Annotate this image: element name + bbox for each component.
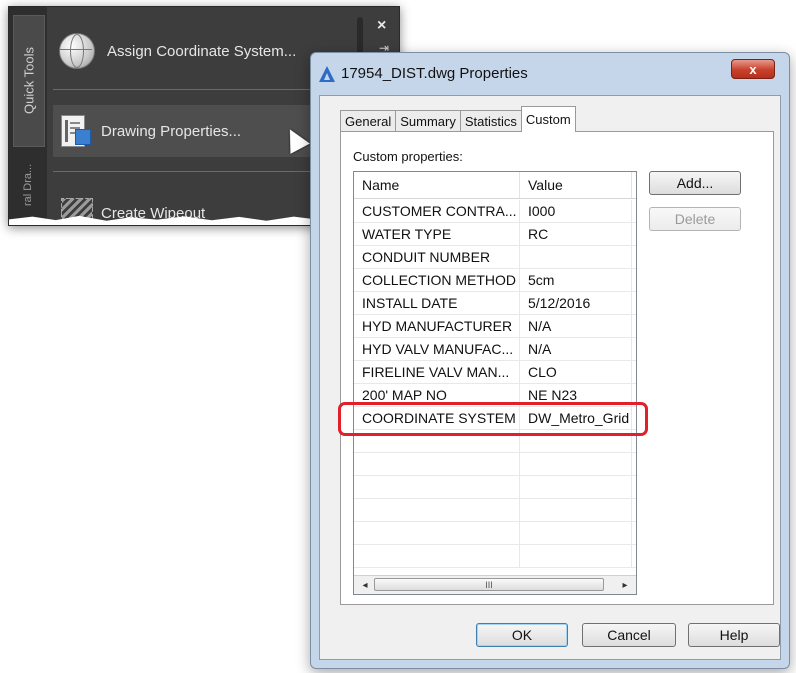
tool-label: Drawing Properties...	[101, 122, 242, 140]
tab-bar: General Summary Statistics Custom	[340, 106, 576, 132]
property-name: COLLECTION METHOD	[354, 269, 520, 291]
list-item[interactable]: COLLECTION METHOD 5cm	[354, 269, 636, 292]
list-item[interactable]: INSTALL DATE 5/12/2016	[354, 292, 636, 315]
horizontal-scrollbar[interactable]: ◂ III ▸	[354, 575, 636, 594]
palette-tab-strip: Quick Tools ral Dra...	[9, 7, 47, 225]
list-item[interactable]: HYD MANUFACTURER N/A	[354, 315, 636, 338]
tool-assign-coordinate-system[interactable]: Assign Coordinate System...	[53, 25, 353, 77]
dialog-client-area: General Summary Statistics Custom Custom…	[319, 95, 781, 660]
ok-button[interactable]: OK	[476, 623, 568, 647]
property-name: INSTALL DATE	[354, 292, 520, 314]
list-item[interactable]: CONDUIT NUMBER	[354, 246, 636, 269]
cancel-button[interactable]: Cancel	[582, 623, 676, 647]
globe-icon	[59, 33, 95, 69]
property-value: N/A	[520, 338, 632, 360]
tab-external-drawings[interactable]: ral Dra...	[13, 155, 43, 215]
property-name	[354, 453, 520, 475]
property-name: FIRELINE VALV MAN...	[354, 361, 520, 383]
list-body: CUSTOMER CONTRA... I000 WATER TYPE RC CONDUI…	[354, 200, 636, 570]
property-value	[520, 545, 632, 567]
property-name	[354, 476, 520, 498]
property-value	[520, 499, 632, 521]
list-item-empty	[354, 522, 636, 545]
list-header: Name Value	[354, 172, 636, 199]
help-button[interactable]: Help	[688, 623, 780, 647]
scroll-right-icon[interactable]: ▸	[618, 578, 632, 592]
property-value	[520, 246, 632, 268]
tool-label: Assign Coordinate System...	[107, 42, 297, 60]
list-item[interactable]: CUSTOMER CONTRA... I000	[354, 200, 636, 223]
property-name	[354, 545, 520, 567]
list-item[interactable]: FIRELINE VALV MAN... CLO	[354, 361, 636, 384]
tool-drawing-properties[interactable]: Drawing Properties...	[53, 105, 353, 157]
property-value: N/A	[520, 315, 632, 337]
add-button[interactable]: Add...	[649, 171, 741, 195]
property-name: HYD VALV MANUFAC...	[354, 338, 520, 360]
property-name	[354, 499, 520, 521]
property-value	[520, 522, 632, 544]
property-name: CUSTOMER CONTRA...	[354, 200, 520, 222]
delete-button[interactable]: Delete	[649, 207, 741, 231]
tab-custom[interactable]: Custom	[520, 106, 576, 132]
list-item[interactable]: WATER TYPE RC	[354, 223, 636, 246]
list-item-empty	[354, 545, 636, 568]
property-value: 5/12/2016	[520, 292, 632, 314]
list-item-empty	[354, 476, 636, 499]
drawing-properties-icon	[61, 115, 91, 147]
property-value: 5cm	[520, 269, 632, 291]
coordinate-system-highlight	[338, 402, 648, 436]
property-name: CONDUIT NUMBER	[354, 246, 520, 268]
autocad-logo-icon	[319, 66, 335, 82]
dialog-title-bar[interactable]: 17954_DIST.dwg Properties x	[311, 53, 789, 93]
property-name: HYD MANUFACTURER	[354, 315, 520, 337]
list-item-empty	[354, 453, 636, 476]
property-value	[520, 453, 632, 475]
property-value: RC	[520, 223, 632, 245]
column-header-value[interactable]: Value	[520, 172, 632, 198]
dialog-close-button[interactable]: x	[731, 59, 775, 79]
drawing-properties-dialog: 17954_DIST.dwg Properties x General Summ…	[310, 52, 790, 669]
tab-statistics[interactable]: Statistics	[459, 110, 522, 132]
property-name: WATER TYPE	[354, 223, 520, 245]
close-icon[interactable]: ×	[377, 17, 386, 35]
tab-summary[interactable]: Summary	[395, 110, 461, 132]
property-value: I000	[520, 200, 632, 222]
property-value	[520, 476, 632, 498]
scroll-left-icon[interactable]: ◂	[358, 578, 372, 592]
list-item-empty	[354, 499, 636, 522]
property-value: CLO	[520, 361, 632, 383]
custom-properties-label: Custom properties:	[353, 149, 463, 164]
scroll-thumb[interactable]: III	[374, 578, 604, 591]
tab-quick-tools[interactable]: Quick Tools	[13, 15, 45, 147]
tab-general[interactable]: General	[340, 110, 397, 132]
property-name	[354, 522, 520, 544]
dialog-title: 17954_DIST.dwg Properties	[341, 65, 528, 82]
custom-properties-list[interactable]: Name Value CUSTOMER CONTRA... I000 WATER T…	[353, 171, 637, 595]
list-item[interactable]: HYD VALV MANUFAC... N/A	[354, 338, 636, 361]
custom-tab-panel: Custom properties: Name Value CUSTOMER C…	[340, 131, 774, 605]
column-header-name[interactable]: Name	[354, 172, 520, 198]
